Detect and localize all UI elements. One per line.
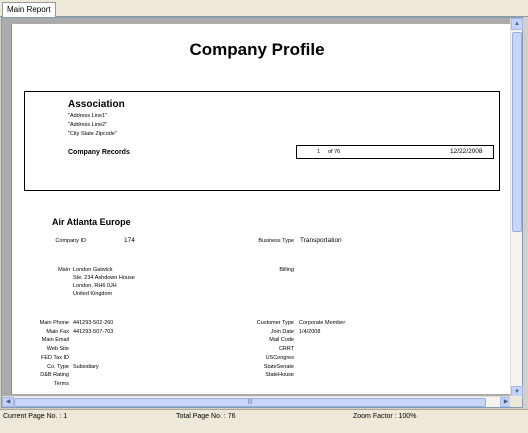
field-label: Mail Code (269, 337, 294, 343)
city-state-zip: "City State Zipcode" (68, 131, 117, 137)
status-bar: Current Page No. : 1 Total Page No. : 76… (0, 409, 528, 433)
tab-main-report[interactable]: Main Report (2, 2, 56, 18)
vertical-scrollbar[interactable]: ▲ ▼ (510, 18, 523, 398)
field-label: D&B Rating (40, 372, 69, 378)
main-address-line: London Gatwick (73, 267, 113, 273)
company-id-value: 174 (124, 237, 135, 244)
field-value: Subsidiary (73, 364, 99, 370)
scroll-left-icon[interactable]: ◀ (2, 397, 14, 407)
field-label: StateSenate (263, 364, 294, 370)
address-line-1: "Address Line1" (68, 113, 108, 119)
field-label: Main Email (41, 337, 69, 343)
field-value: Corporate Member (299, 320, 346, 326)
field-label: StateHouse (265, 372, 294, 378)
report-date: 12/22/2008 (450, 148, 483, 155)
report-viewer[interactable]: Company Profile Association "Address Lin… (1, 17, 523, 408)
field-label: Co. Type (47, 364, 69, 370)
horizontal-scroll-thumb[interactable]: ||| (14, 398, 486, 407)
horizontal-scrollbar[interactable]: ◀ ||| ▶ (2, 396, 512, 407)
main-address-label: Main (58, 267, 70, 273)
business-type-value: Transportation (300, 237, 342, 244)
report-page: Company Profile Association "Address Lin… (11, 24, 511, 394)
report-title: Company Profile (189, 40, 325, 59)
record-of-total: of 76 (328, 149, 341, 155)
field-label: Main Phone (39, 320, 69, 326)
field-label: Web Site (46, 346, 69, 352)
company-name: Air Atlanta Europe (52, 217, 131, 227)
association-name: Association (68, 99, 125, 110)
field-value: 441293-507-703 (73, 329, 114, 335)
field-label: Terms (54, 381, 69, 387)
main-address-line: London, RH6 0JH (73, 283, 117, 289)
field-label: Join Date (270, 329, 294, 335)
field-label: FED Tax ID (40, 355, 69, 361)
field-label: Customer Type (256, 320, 294, 326)
tab-strip: Main Report (0, 0, 528, 18)
field-label: CRRT (278, 346, 294, 352)
current-page-status: Current Page No. : 1 (3, 413, 68, 420)
zoom-status: Zoom Factor : 100% (353, 413, 417, 420)
total-page-status: Total Page No. : 76 (176, 413, 236, 420)
scroll-up-icon[interactable]: ▲ (511, 18, 523, 30)
record-index: 1 (317, 149, 321, 155)
business-type-label: Business Type (258, 238, 294, 244)
vertical-scroll-thumb[interactable] (512, 32, 522, 232)
field-label: Main Fax (46, 329, 69, 335)
company-records-label: Company Records (68, 149, 130, 156)
company-id-label: Company ID (55, 238, 86, 244)
main-address-line: United Kingdom (73, 291, 113, 297)
scroll-corner (510, 396, 522, 407)
field-value: 441293-502-260 (73, 320, 114, 326)
main-address-line: Ste. 234 Ashdown House (73, 275, 135, 281)
address-line-2: "Address Line2" (68, 122, 108, 128)
billing-label: Billing (279, 267, 294, 273)
field-label: USCongres (265, 355, 294, 361)
field-value: 1/4/2008 (299, 329, 321, 335)
